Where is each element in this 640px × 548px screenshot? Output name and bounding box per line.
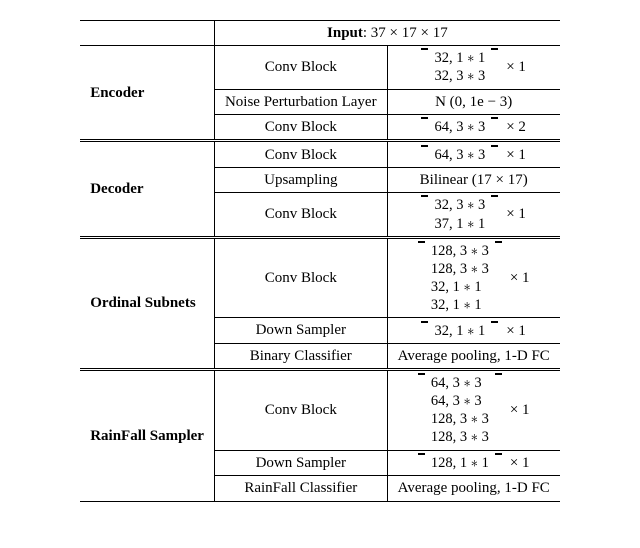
- op-cell: Conv Block: [214, 114, 387, 141]
- op-cell: Conv Block: [214, 237, 387, 318]
- spec-cell: 128, 1 ∗ 1 × 1: [387, 450, 560, 476]
- op-cell: Conv Block: [214, 46, 387, 89]
- matrix-line: 128, 3 ∗ 3: [431, 428, 489, 446]
- input-label: Input: [327, 25, 363, 41]
- spec-cell: N (0, 1e − 3): [387, 89, 560, 114]
- matrix-line: 64, 3 ∗ 3: [434, 118, 485, 136]
- matrix-line: 32, 3 ∗ 3: [434, 67, 485, 85]
- matrix-line: 32, 3 ∗ 3: [434, 196, 485, 214]
- spec-cell: 32, 1 ∗ 132, 3 ∗ 3 × 1: [387, 46, 560, 89]
- spec-cell: 32, 3 ∗ 337, 1 ∗ 1 × 1: [387, 193, 560, 237]
- op-cell: Upsampling: [214, 168, 387, 193]
- op-cell: Conv Block: [214, 141, 387, 168]
- matrix-line: 128, 1 ∗ 1: [431, 454, 489, 472]
- table-row: Encoder Conv Block 32, 1 ∗ 132, 3 ∗ 3 × …: [80, 46, 560, 89]
- table-row: Ordinal Subnets Conv Block 128, 3 ∗ 3128…: [80, 237, 560, 318]
- repeat-mult: × 1: [504, 321, 526, 341]
- section-title-ordinal: Ordinal Subnets: [80, 237, 214, 369]
- spec-cell: Average pooling, 1-D FC: [387, 476, 560, 501]
- repeat-mult: × 1: [508, 400, 530, 420]
- input-dims: : 37 × 17 × 17: [363, 25, 448, 41]
- matrix-line: 64, 3 ∗ 3: [431, 392, 482, 410]
- spec-cell: 64, 3 ∗ 3 × 2: [387, 114, 560, 141]
- op-cell: Conv Block: [214, 193, 387, 237]
- matrix-line: 64, 3 ∗ 3: [434, 146, 485, 164]
- section-title-rainfall: RainFall Sampler: [80, 370, 214, 501]
- matrix-line: 37, 1 ∗ 1: [434, 215, 485, 233]
- matrix-line: 32, 1 ∗ 1: [434, 322, 485, 340]
- section-title-encoder: Encoder: [80, 46, 214, 141]
- repeat-mult: × 1: [504, 57, 526, 77]
- spec-cell: Average pooling, 1-D FC: [387, 343, 560, 369]
- spec-cell: 32, 1 ∗ 1 × 1: [387, 318, 560, 344]
- op-cell: Down Sampler: [214, 318, 387, 344]
- table-row: Decoder Conv Block 64, 3 ∗ 3× 1: [80, 141, 560, 168]
- matrix-line: 32, 1 ∗ 1: [431, 296, 482, 314]
- op-cell: Noise Perturbation Layer: [214, 89, 387, 114]
- section-title-decoder: Decoder: [80, 141, 214, 237]
- repeat-mult: × 1: [508, 453, 530, 473]
- repeat-mult: × 1: [504, 145, 526, 165]
- matrix-line: 32, 1 ∗ 1: [434, 49, 485, 67]
- spec-cell: Bilinear (17 × 17): [387, 168, 560, 193]
- matrix-line: 32, 1 ∗ 1: [431, 278, 482, 296]
- table-header-row: Input: 37 × 17 × 17: [80, 21, 560, 46]
- repeat-mult: × 1: [504, 204, 526, 224]
- op-cell: Down Sampler: [214, 450, 387, 476]
- matrix-line: 128, 3 ∗ 3: [431, 410, 489, 428]
- repeat-mult: × 2: [504, 117, 526, 137]
- spec-cell: 64, 3 ∗ 3 × 1: [387, 141, 560, 168]
- op-cell: Binary Classifier: [214, 343, 387, 369]
- matrix-bracket: 32, 1 ∗ 132, 3 ∗ 3 × 1: [421, 48, 525, 86]
- matrix-line: 128, 3 ∗ 3: [431, 260, 489, 278]
- spec-cell: 128, 3 ∗ 3128, 3 ∗ 332, 1 ∗ 132, 1 ∗ 1× …: [387, 237, 560, 318]
- matrix-line: 128, 3 ∗ 3: [431, 242, 489, 260]
- table-row: RainFall Sampler Conv Block 64, 3 ∗ 364,…: [80, 370, 560, 451]
- architecture-table: Input: 37 × 17 × 17 Encoder Conv Block 3…: [80, 20, 560, 502]
- spec-cell: 64, 3 ∗ 364, 3 ∗ 3128, 3 ∗ 3128, 3 ∗ 3× …: [387, 370, 560, 451]
- op-cell: Conv Block: [214, 370, 387, 451]
- input-header: Input: 37 × 17 × 17: [214, 21, 559, 46]
- op-cell: RainFall Classifier: [214, 476, 387, 501]
- repeat-mult: × 1: [508, 268, 530, 288]
- matrix-line: 64, 3 ∗ 3: [431, 374, 482, 392]
